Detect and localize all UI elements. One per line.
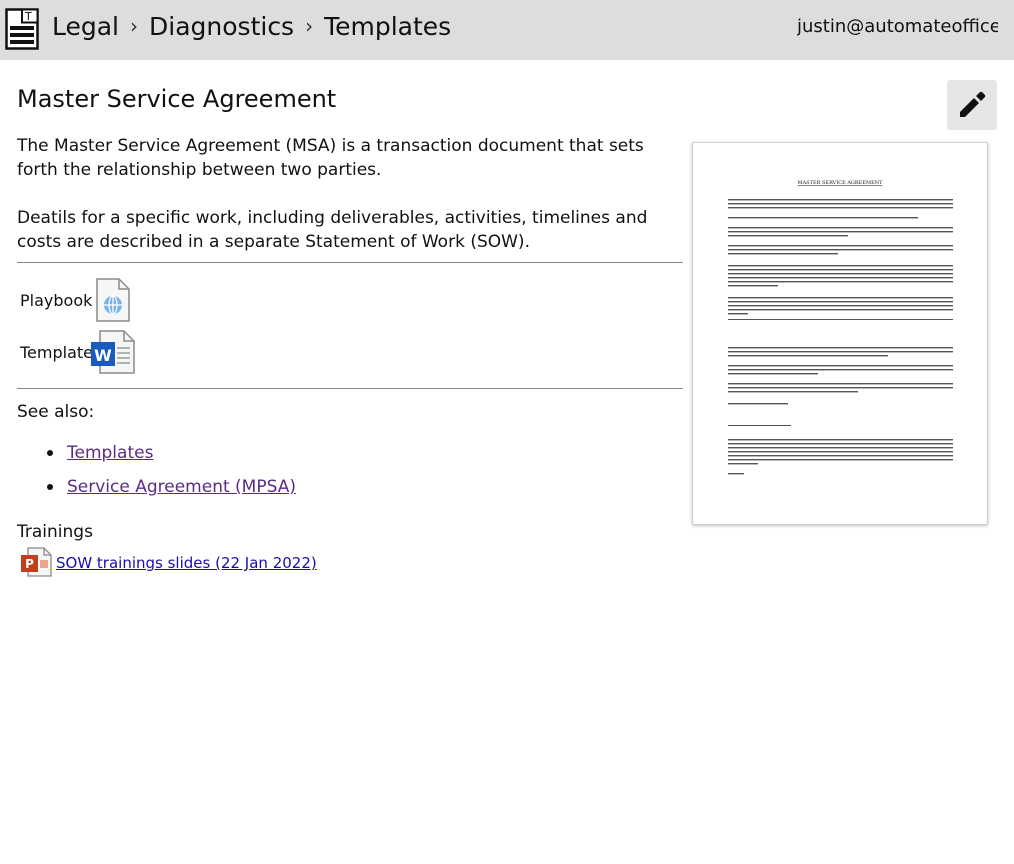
powerpoint-icon[interactable]: P <box>20 547 52 577</box>
breadcrumb-legal[interactable]: Legal <box>52 12 119 41</box>
breadcrumb-diagnostics[interactable]: Diagnostics <box>149 12 294 41</box>
page-title: Master Service Agreement <box>17 85 337 113</box>
breadcrumb-separator-icon: › <box>305 14 314 38</box>
breadcrumb-templates[interactable]: Templates <box>324 12 451 41</box>
description-paragraph: The Master Service Agreement (MSA) is a … <box>17 136 644 180</box>
template-row[interactable]: Template W <box>20 330 140 376</box>
svg-text:T: T <box>24 10 32 23</box>
list-item: Service Agreement (MPSA) <box>17 474 296 508</box>
top-bar: T Legal › Diagnostics › Templates justin@aut… <box>0 0 1014 60</box>
trainings-heading: Trainings <box>17 522 93 542</box>
divider <box>17 388 683 389</box>
playbook-row[interactable]: Playbook <box>20 278 140 324</box>
link-sow-training-slides[interactable]: SOW trainings slides (22 Jan 2022) <box>56 553 317 573</box>
breadcrumb-separator-icon: › <box>130 14 139 38</box>
preview-doc-title: MASTER SERVICE AGREEMENT <box>798 180 884 186</box>
svg-text:W: W <box>94 346 112 365</box>
document-preview[interactable]: MASTER SERVICE AGREEMENT <box>692 142 988 525</box>
see-also-list: Templates Service Agreement (MPSA) <box>17 440 296 508</box>
app-logo-icon[interactable]: T <box>5 8 39 50</box>
template-label: Template <box>20 343 94 362</box>
playbook-label: Playbook <box>20 291 93 310</box>
document-preview-image: MASTER SERVICE AGREEMENT <box>728 180 953 475</box>
see-also-heading: See also: <box>17 402 95 422</box>
web-document-icon[interactable] <box>95 278 131 322</box>
link-service-agreement-mpsa[interactable]: Service Agreement (MPSA) <box>67 477 296 497</box>
edit-button[interactable] <box>947 80 997 130</box>
user-account[interactable]: justin@automateofficewc <box>797 15 998 39</box>
svg-text:P: P <box>25 557 34 571</box>
description-paragraph: Deatils for a specific work, including d… <box>17 208 648 252</box>
pencil-icon <box>960 91 986 117</box>
bullet-icon <box>47 450 53 456</box>
link-templates[interactable]: Templates <box>67 443 153 463</box>
breadcrumb: Legal › Diagnostics › Templates <box>52 10 451 45</box>
word-document-icon[interactable]: W <box>90 330 136 374</box>
divider <box>17 262 683 263</box>
list-item: Templates <box>17 440 296 474</box>
bullet-icon <box>47 484 53 490</box>
